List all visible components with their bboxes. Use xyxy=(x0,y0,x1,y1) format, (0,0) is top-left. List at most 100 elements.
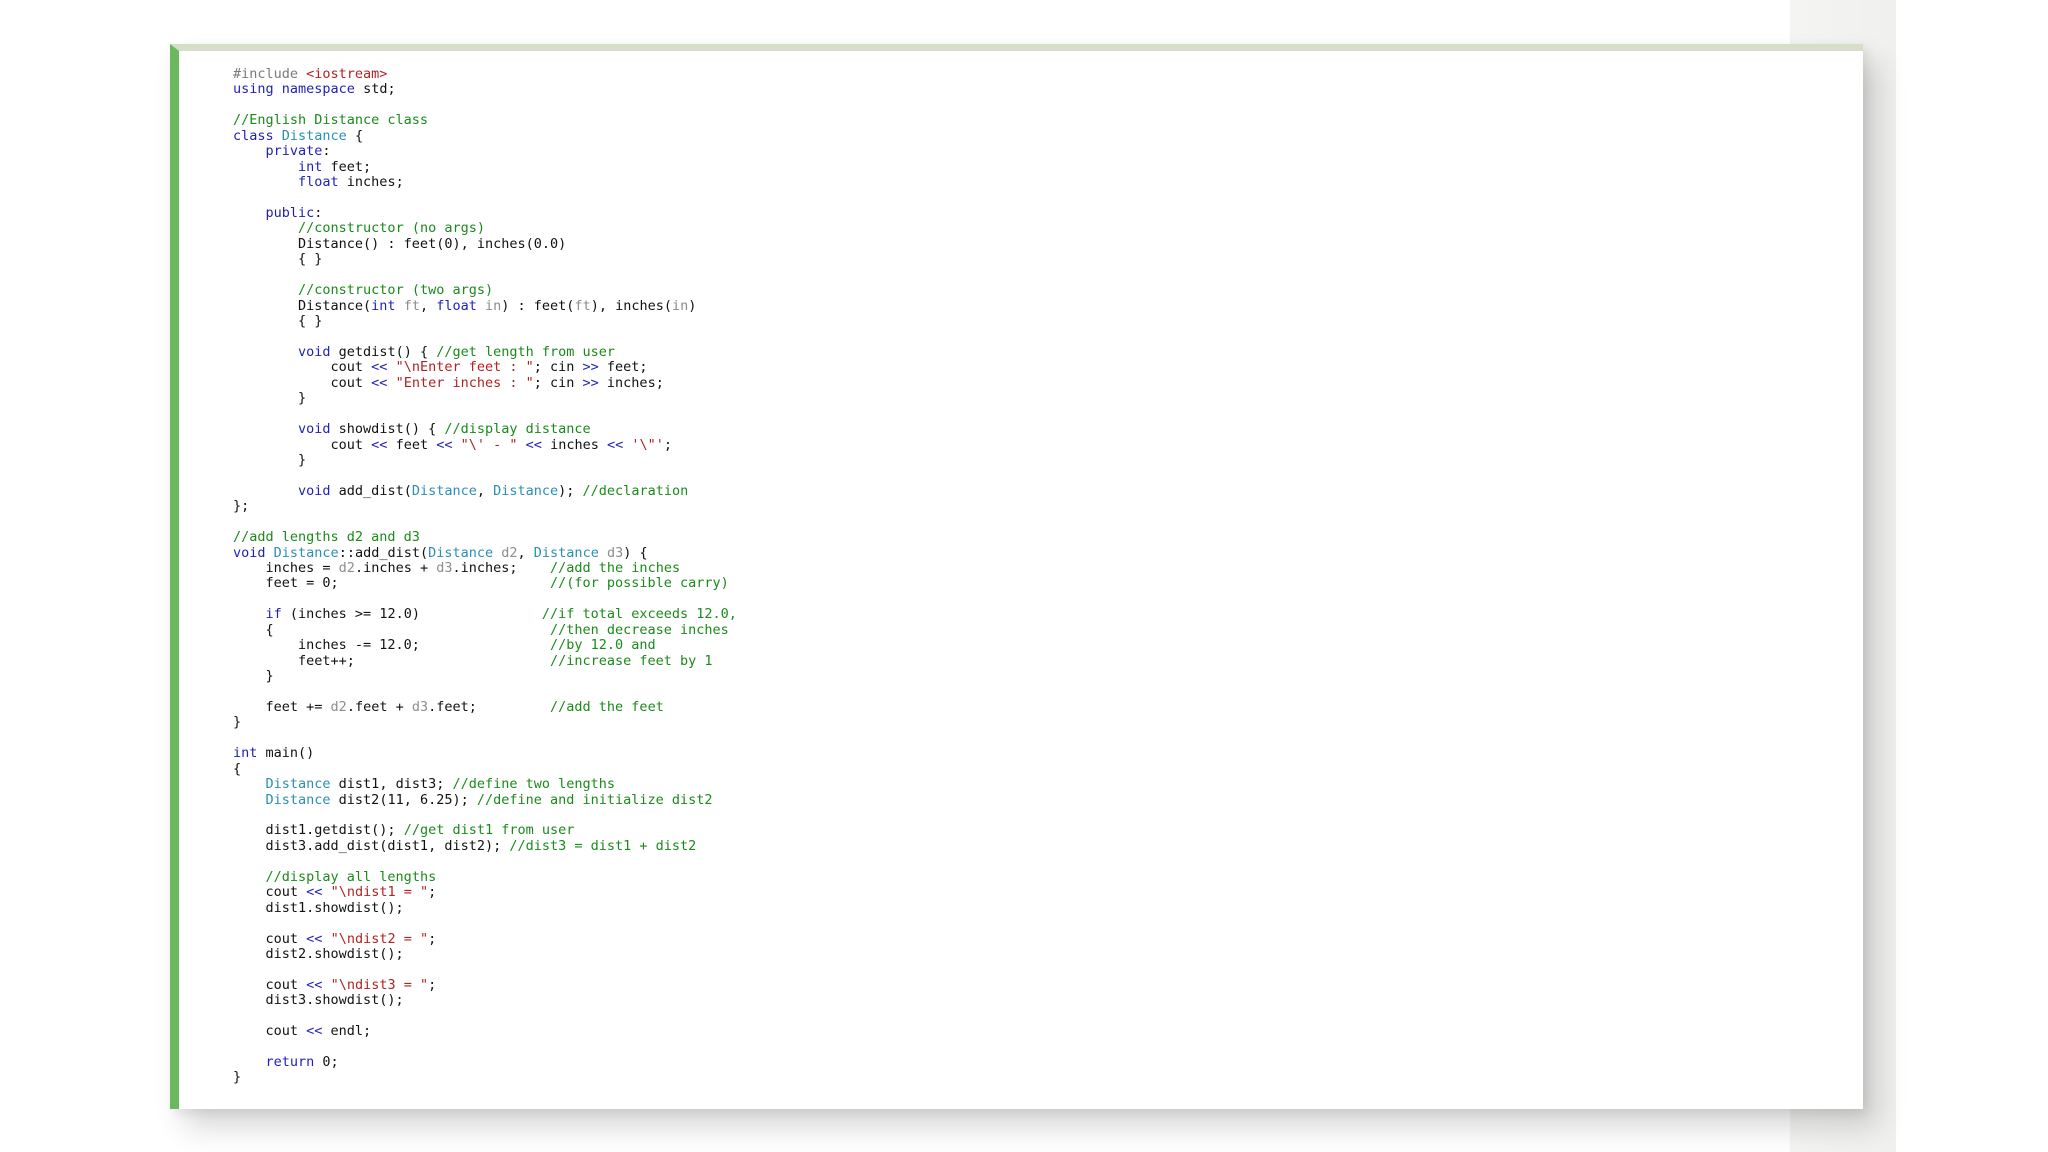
code-line: float inches; xyxy=(233,174,737,190)
code-line: { } xyxy=(233,313,737,329)
code-line: using namespace std; xyxy=(233,82,737,97)
comment-token: //add lengths d2 and d3 xyxy=(233,529,420,546)
operator-token: << xyxy=(525,436,542,453)
comment-token: //display all lengths xyxy=(265,868,437,885)
code-line: cout << "Enter inches : "; cin >> inches… xyxy=(233,374,737,391)
type-token: Distance xyxy=(533,544,599,561)
code-line: private: xyxy=(233,143,737,160)
code-token: inches; xyxy=(598,374,664,391)
code-line: Distance dist1, dist3; //define two leng… xyxy=(233,776,737,793)
code-line: Distance() : feet(0), inches(0.0) xyxy=(233,236,737,252)
code-line: dist3.add_dist(dist1, dist2); //dist3 = … xyxy=(233,837,737,854)
code-token: Distance( xyxy=(233,297,372,314)
code-token: dist2.showdist(); xyxy=(233,945,404,962)
comment-token: //by 12.0 and xyxy=(549,637,656,654)
code-line: public: xyxy=(233,204,737,221)
code-token: { xyxy=(233,621,550,638)
code-line: } xyxy=(233,1070,737,1085)
code-token: cout xyxy=(233,359,372,376)
code-token: showdist() { xyxy=(330,421,445,438)
code-token: dist1, dist3; xyxy=(330,776,453,793)
comment-token: //dist3 = dist1 + dist2 xyxy=(509,837,697,854)
comment-token: //add the inches xyxy=(550,560,681,576)
keyword-token: void xyxy=(298,421,331,438)
comment-token: //get length from user xyxy=(436,343,616,360)
code-token: : xyxy=(314,204,323,221)
parameter-token: d2 xyxy=(330,698,347,715)
code-line: } xyxy=(233,668,737,684)
code-token: ) : feet( xyxy=(501,297,575,314)
code-line: //constructor (two args) xyxy=(233,282,737,298)
type-token: Distance xyxy=(265,791,331,808)
code-line: if (inches >= 12.0) //if total exceeds 1… xyxy=(233,607,737,622)
keyword-token: private xyxy=(265,143,323,160)
keyword-token: void xyxy=(233,544,266,561)
string-token: '\"' xyxy=(631,436,664,453)
code-token: ) xyxy=(688,297,697,314)
code-line: cout << "\nEnter feet : "; cin >> feet; xyxy=(233,360,737,375)
code-line: feet = 0; //(for possible carry) xyxy=(233,576,737,591)
string-token: "Enter inches : " xyxy=(395,374,534,391)
keyword-token: int xyxy=(371,297,396,314)
code-token: dist3.showdist(); xyxy=(233,992,404,1009)
code-token: : xyxy=(322,143,331,160)
code-line: Distance(int ft, float in) : feet(ft), i… xyxy=(233,297,737,314)
code-token: cout xyxy=(233,1023,307,1040)
parameter-token: d3 xyxy=(411,698,429,715)
code-line: void getdist() { //get length from user xyxy=(233,343,737,360)
operator-token: << xyxy=(371,374,388,391)
parameter-token: in xyxy=(485,297,502,314)
parameter-token: ft xyxy=(403,297,420,314)
code-token: (inches >= 12.0) xyxy=(281,606,542,623)
code-token: ; xyxy=(428,930,437,947)
code-token: ; xyxy=(428,976,437,993)
code-token: ; cin xyxy=(533,359,583,376)
code-line: { xyxy=(233,761,737,777)
code-token: cout xyxy=(233,374,372,391)
code-token: .feet + xyxy=(346,698,412,715)
operator-token: << xyxy=(606,436,624,453)
code-token: getdist() { xyxy=(330,343,437,360)
code-line: dist2.showdist(); xyxy=(233,945,737,962)
code-token: ); xyxy=(558,482,583,499)
comment-token: //add the feet xyxy=(550,698,664,715)
keyword-token: int xyxy=(233,745,258,762)
code-line: dist1.showdist(); xyxy=(233,900,737,916)
code-token: cout xyxy=(233,884,307,901)
code-token: std; xyxy=(354,81,396,98)
comment-token: //increase feet by 1 xyxy=(549,652,713,669)
code-line: } xyxy=(233,390,737,406)
comment-token: //English Distance class xyxy=(233,112,429,129)
code-line: void Distance::add_dist(Distance d2, Dis… xyxy=(233,544,737,561)
string-token: <iostream> xyxy=(306,66,388,82)
keyword-token: return xyxy=(265,1054,315,1070)
operator-token: << xyxy=(306,930,323,947)
keyword-token: if xyxy=(265,606,282,623)
type-token: Distance xyxy=(281,127,347,144)
code-token: cout xyxy=(233,436,372,453)
